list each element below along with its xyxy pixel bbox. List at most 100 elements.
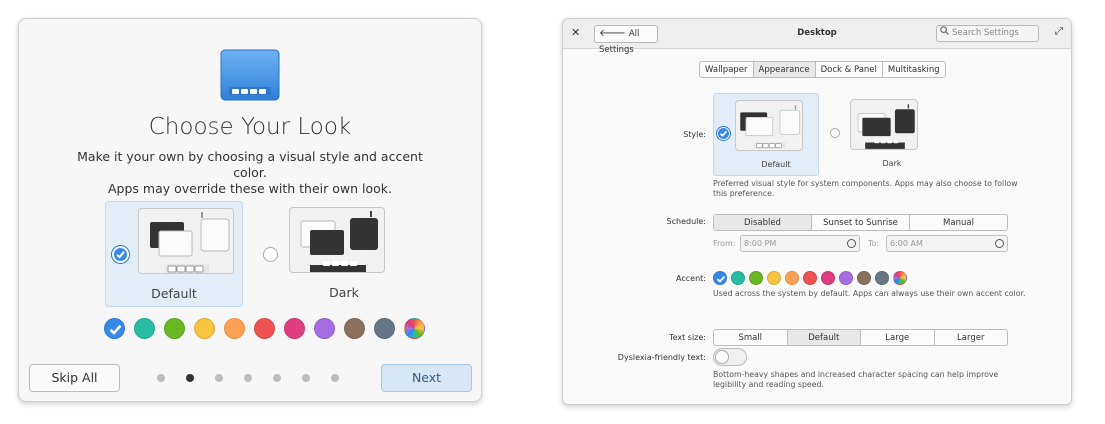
accent-slate-swatch[interactable] [875, 271, 889, 285]
next-button[interactable]: Next [381, 364, 472, 392]
text-size-larger[interactable]: Larger [933, 330, 1008, 345]
accent-green-swatch[interactable] [164, 318, 185, 339]
dark-style-preview [289, 207, 385, 273]
title-bar: ✕ 🡐 All Settings Desktop Search Settings … [563, 19, 1071, 55]
hint-line: legibility and reading speed. [713, 380, 824, 389]
text-size-label: Text size: [669, 333, 706, 342]
dyslexia-toggle[interactable] [713, 348, 747, 366]
light-windows-graphic [150, 212, 230, 273]
hint-line: this preference. [713, 189, 775, 198]
style-label: Dark [329, 285, 359, 300]
page-title: Choose Your Look [148, 114, 352, 140]
hint-line: Bottom-heavy shapes and increased charac… [713, 370, 999, 379]
accent-orange-swatch[interactable] [224, 318, 245, 339]
style-label: Style: [683, 130, 706, 139]
tab-appearance[interactable]: Appearance [752, 62, 815, 77]
tab-multitasking[interactable]: Multitasking [881, 62, 945, 77]
accent-pink-swatch[interactable] [284, 318, 305, 339]
default-style-preview [735, 100, 803, 151]
page-dot[interactable] [215, 374, 223, 382]
text-size-selector: Small Default Large Larger [713, 329, 1008, 346]
style-option-default[interactable]: Default [105, 201, 243, 307]
style-label: Dark [882, 159, 902, 168]
from-time-value: 8:00 PM [744, 239, 777, 248]
page-dot[interactable] [157, 374, 165, 382]
accent-orange-swatch[interactable] [785, 271, 799, 285]
style-option-dark[interactable]: Dark [829, 93, 935, 176]
check-icon [716, 275, 726, 283]
accent-mint-swatch[interactable] [731, 271, 745, 285]
accent-hint: Used across the system by default. Apps … [713, 289, 1026, 298]
schedule-sunset-to-sunrise[interactable]: Sunset to Sunrise [811, 215, 909, 230]
page-dot[interactable] [302, 374, 310, 382]
accent-auto-swatch[interactable] [404, 318, 425, 339]
accent-blue-swatch[interactable] [713, 271, 727, 285]
maximize-icon[interactable]: ⤢ [1055, 26, 1063, 37]
style-label: Default [151, 286, 197, 301]
description-line: Apps may override these with their own l… [107, 181, 392, 196]
light-windows-graphic [740, 105, 801, 149]
page-dot[interactable] [331, 374, 339, 382]
style-label: Default [761, 160, 791, 169]
accent-slate-swatch[interactable] [374, 318, 395, 339]
selected-check-icon [112, 246, 129, 263]
accent-brown-swatch[interactable] [857, 271, 871, 285]
search-icon [940, 26, 952, 41]
to-label: To: [868, 239, 880, 248]
page-dot[interactable] [244, 374, 252, 382]
accent-label: Accent: [676, 274, 706, 283]
selected-check-icon [717, 127, 730, 140]
page-dot-current[interactable] [186, 374, 194, 382]
style-radio[interactable] [263, 247, 278, 262]
accent-green-swatch[interactable] [749, 271, 763, 285]
toggle-knob [715, 350, 729, 364]
style-option-dark[interactable]: Dark [261, 201, 399, 307]
clock-icon [847, 239, 856, 248]
page-description: Make it your own by choosing a visual st… [59, 149, 441, 197]
schedule-disabled[interactable]: Disabled [714, 215, 811, 230]
style-radio[interactable] [830, 128, 840, 138]
onboarding-window: Choose Your Look Make it your own by cho… [18, 18, 482, 402]
accent-auto-swatch[interactable] [893, 271, 907, 285]
accent-red-swatch[interactable] [803, 271, 817, 285]
tab-dock-panel[interactable]: Dock & Panel [814, 62, 882, 77]
page-dot[interactable] [273, 374, 281, 382]
dyslexia-label: Dyslexia-friendly text: [617, 353, 706, 362]
accent-mint-swatch[interactable] [134, 318, 155, 339]
text-size-small[interactable]: Small [714, 330, 787, 345]
dark-style-preview [850, 99, 918, 150]
accent-color-picker [104, 318, 425, 339]
accent-yellow-swatch[interactable] [194, 318, 215, 339]
dark-windows-graphic [300, 211, 378, 272]
accent-red-swatch[interactable] [254, 318, 275, 339]
accent-purple-swatch[interactable] [839, 271, 853, 285]
accent-purple-swatch[interactable] [314, 318, 335, 339]
search-input[interactable]: Search Settings [936, 25, 1039, 42]
text-size-large[interactable]: Large [860, 330, 934, 345]
style-hint: Preferred visual style for system compon… [713, 179, 1018, 199]
schedule-manual[interactable]: Manual [909, 215, 1007, 230]
schedule-selector: Disabled Sunset to Sunrise Manual [713, 214, 1008, 231]
page-indicator [157, 374, 339, 382]
schedule-label: Schedule: [666, 217, 706, 226]
text-size-default[interactable]: Default [786, 330, 860, 345]
accent-pink-swatch[interactable] [821, 271, 835, 285]
accent-yellow-swatch[interactable] [767, 271, 781, 285]
from-label: From: [713, 239, 736, 248]
from-time-input[interactable]: 8:00 PM [740, 235, 860, 252]
skip-all-button[interactable]: Skip All [29, 364, 120, 392]
settings-tabs: Wallpaper Appearance Dock & Panel Multit… [699, 61, 946, 78]
search-placeholder: Search Settings [952, 28, 1019, 38]
description-line: Make it your own by choosing a visual st… [77, 149, 423, 180]
clock-icon [995, 239, 1004, 248]
accent-color-picker [713, 271, 907, 285]
tab-wallpaper[interactable]: Wallpaper [700, 62, 753, 77]
to-time-value: 6:00 AM [890, 239, 923, 248]
style-option-default[interactable]: Default [713, 93, 819, 176]
to-time-input[interactable]: 6:00 AM [886, 235, 1008, 252]
default-style-preview [138, 208, 234, 274]
settings-window: ✕ 🡐 All Settings Desktop Search Settings … [562, 18, 1072, 405]
dark-windows-graphic [857, 104, 915, 149]
accent-blue-swatch[interactable] [104, 318, 125, 339]
accent-brown-swatch[interactable] [344, 318, 365, 339]
